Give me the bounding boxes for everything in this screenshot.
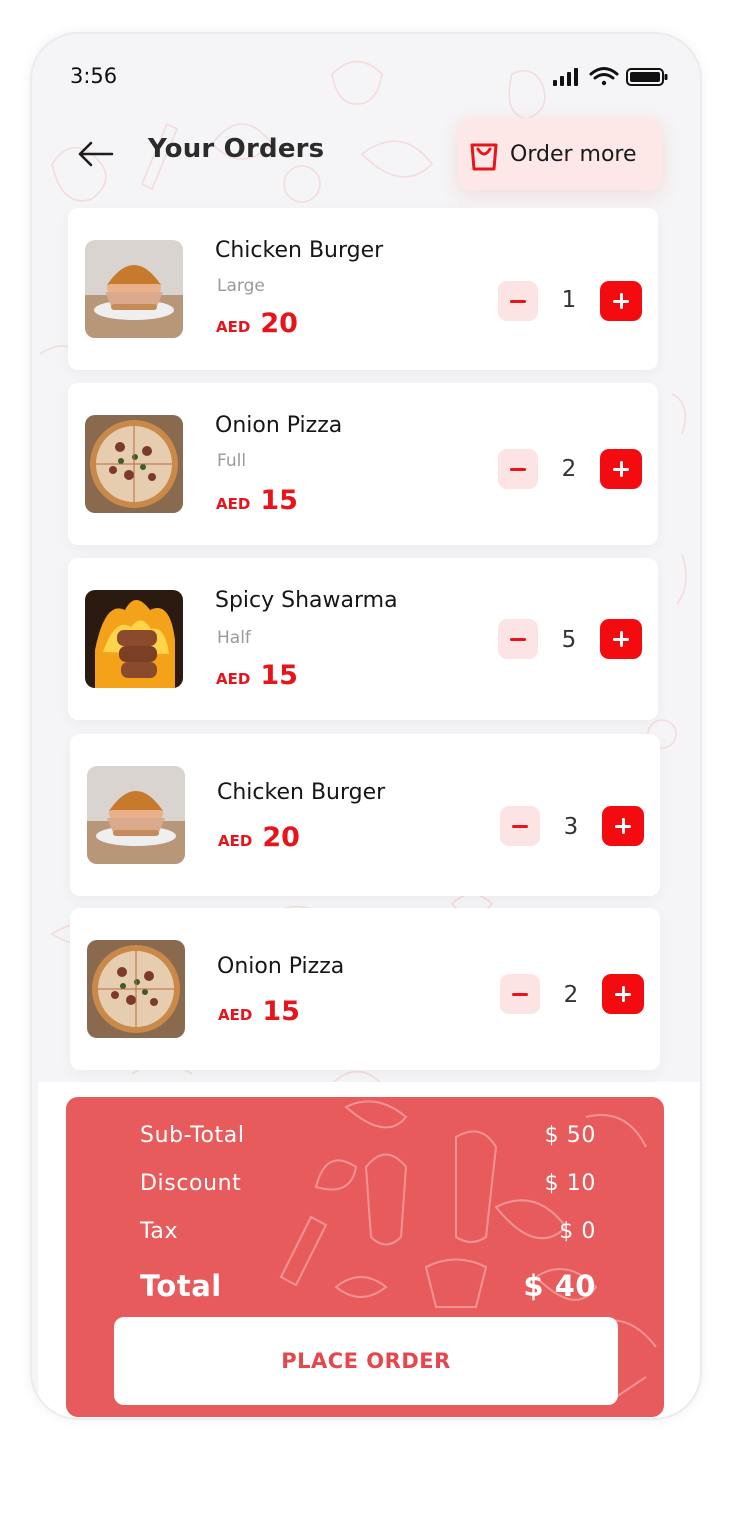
price-amount: 20 [260, 308, 298, 339]
battery-icon [626, 68, 668, 86]
order-card: Onion Pizza AED 15 2 [70, 908, 660, 1070]
order-card: Chicken Burger Large AED 20 1 [68, 208, 658, 370]
subtotal-label: Sub-Total [140, 1123, 245, 1148]
increase-quantity-button[interactable] [600, 449, 642, 489]
order-summary-panel: Sub-Total $ 50 Discount $ 10 Tax $ 0 Tot… [66, 1097, 664, 1417]
total-label: Total [140, 1269, 222, 1303]
decrease-quantity-button[interactable] [500, 806, 540, 846]
price-amount: 20 [262, 822, 300, 853]
burger-image [87, 766, 185, 864]
currency-label: AED [216, 495, 251, 513]
pizza-image [85, 415, 183, 513]
page-title: Your Orders [148, 134, 325, 164]
currency-label: AED [218, 832, 253, 850]
item-size: Half [217, 628, 251, 648]
increase-quantity-button[interactable] [600, 281, 642, 321]
decrease-quantity-button[interactable] [498, 281, 538, 321]
item-size: Large [217, 276, 265, 296]
place-order-label: PLACE ORDER [281, 1349, 451, 1373]
pizza-image [87, 940, 185, 1038]
order-card: Spicy Shawarma Half AED 15 5 [68, 558, 658, 720]
status-time: 3:56 [70, 64, 118, 88]
status-bar: 3:56 [70, 64, 670, 90]
discount-row: Discount $ 10 [140, 1171, 596, 1205]
decrease-quantity-button[interactable] [498, 619, 538, 659]
currency-label: AED [216, 670, 251, 688]
currency-label: AED [216, 318, 251, 336]
increase-quantity-button[interactable] [602, 974, 644, 1014]
discount-label: Discount [140, 1171, 242, 1196]
total-row: Total $ 40 [140, 1269, 596, 1303]
price-amount: 15 [260, 485, 298, 516]
increase-quantity-button[interactable] [602, 806, 644, 846]
tax-value: $ 0 [559, 1219, 596, 1244]
decrease-quantity-button[interactable] [498, 449, 538, 489]
price-amount: 15 [262, 996, 300, 1027]
item-name: Spicy Shawarma [215, 588, 398, 613]
header: Your Orders Order more [32, 116, 700, 192]
item-price: AED 15 [216, 660, 298, 691]
item-price: AED 20 [216, 308, 298, 339]
quantity-value: 5 [561, 627, 577, 653]
item-price: AED 15 [216, 485, 298, 516]
item-name: Onion Pizza [215, 413, 343, 438]
status-icons [553, 67, 668, 86]
burger-image [85, 240, 183, 338]
item-name: Chicken Burger [217, 780, 386, 805]
item-price: AED 20 [218, 822, 300, 853]
phone-frame: 3:56 Your Orders Order more Chicken Burg… [30, 32, 702, 1420]
order-more-button[interactable]: Order more [458, 118, 662, 190]
quantity-value: 2 [563, 982, 579, 1008]
quantity-value: 3 [563, 814, 579, 840]
discount-value: $ 10 [544, 1171, 596, 1196]
tax-row: Tax $ 0 [140, 1219, 596, 1253]
decrease-quantity-button[interactable] [500, 974, 540, 1014]
wifi-icon [589, 67, 619, 86]
shopping-bag-icon [470, 143, 498, 171]
order-more-label: Order more [510, 141, 637, 167]
signal-icon [553, 68, 578, 86]
item-name: Onion Pizza [217, 954, 345, 979]
increase-quantity-button[interactable] [600, 619, 642, 659]
total-value: $ 40 [523, 1269, 596, 1303]
tax-label: Tax [140, 1219, 179, 1244]
quantity-value: 1 [561, 287, 577, 313]
price-amount: 15 [260, 660, 298, 691]
subtotal-row: Sub-Total $ 50 [140, 1123, 596, 1157]
back-arrow-icon [78, 141, 114, 167]
back-button[interactable] [76, 138, 116, 170]
item-size: Full [217, 451, 247, 471]
item-name: Chicken Burger [215, 238, 384, 263]
shawarma-image [85, 590, 183, 688]
item-price: AED 15 [218, 996, 300, 1027]
order-card: Chicken Burger AED 20 3 [70, 734, 660, 896]
currency-label: AED [218, 1006, 253, 1024]
quantity-value: 2 [561, 456, 577, 482]
subtotal-value: $ 50 [544, 1123, 596, 1148]
order-card: Onion Pizza Full AED 15 2 [68, 383, 658, 545]
place-order-button[interactable]: PLACE ORDER [114, 1317, 618, 1405]
